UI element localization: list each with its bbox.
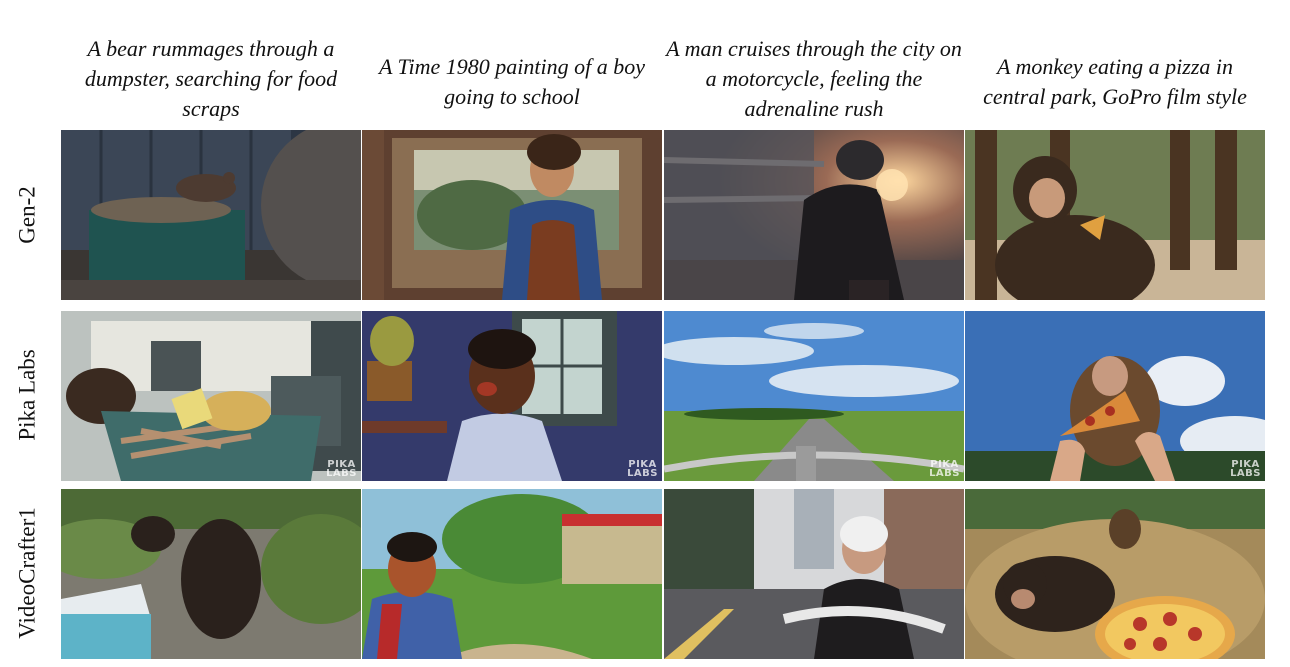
pika-watermark-1: PIKA LABS (326, 459, 357, 479)
row-label-videocrafter: VideoCrafter1 (15, 507, 41, 639)
caption-monkey: A monkey eating a pizza in central park,… (983, 54, 1247, 109)
image-videocrafter-motorcycle (664, 489, 964, 659)
row-label-pika: Pika Labs (15, 349, 41, 441)
image-videocrafter-bear (61, 489, 361, 659)
image-gen2-boy (362, 130, 662, 300)
pika-watermark-2: PIKA LABS (627, 459, 658, 479)
pika-watermark-3: PIKA LABS (929, 459, 960, 479)
pika-watermark-4: PIKA LABS (1230, 459, 1261, 479)
row-label-gen2: Gen-2 (15, 186, 41, 244)
image-gen2-monkey (965, 130, 1265, 300)
caption-boy: A Time 1980 painting of a boy going to s… (378, 54, 646, 109)
image-pika-bear: PIKA LABS (61, 311, 361, 481)
caption-bear: A bear rummages through a dumpster, sear… (84, 36, 338, 121)
image-gen2-motorcycle (664, 130, 964, 300)
caption-motorcycle: A man cruises through the city on a moto… (666, 36, 962, 121)
image-pika-monkey: PIKA LABS (965, 311, 1265, 481)
image-pika-boy: PIKA LABS (362, 311, 662, 481)
image-videocrafter-monkey (965, 489, 1265, 659)
image-pika-motorcycle: PIKA LABS (664, 311, 964, 481)
image-videocrafter-boy (362, 489, 662, 659)
image-gen2-bear (61, 130, 361, 300)
